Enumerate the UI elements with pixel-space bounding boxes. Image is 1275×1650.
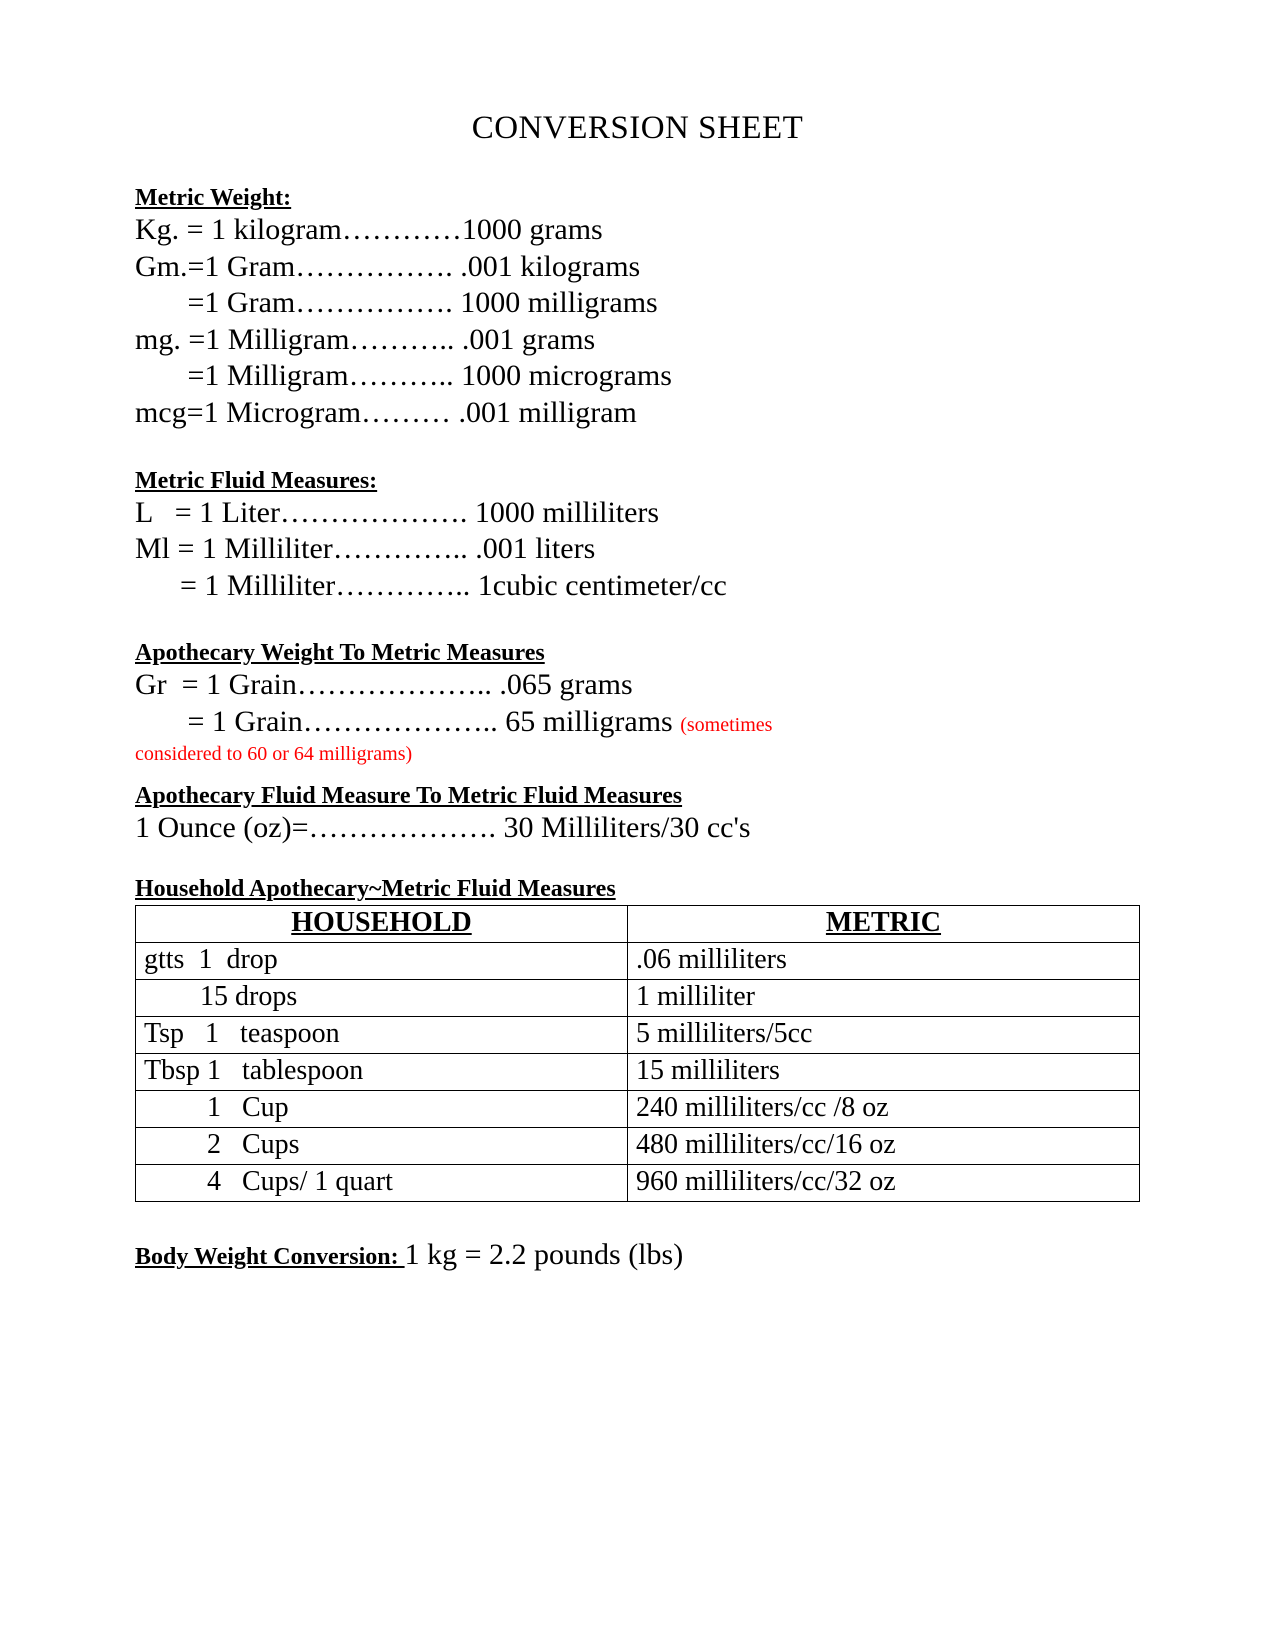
table-cell-household: 2 Cups — [136, 1128, 628, 1165]
table-row: Tbsp 1 tablespoon 15 milliliters — [136, 1054, 1140, 1091]
table-row: Tsp 1 teaspoon 5 milliliters/5cc — [136, 1017, 1140, 1054]
table-cell-metric: 1 milliliter — [627, 980, 1139, 1017]
metric-weight-line: Kg. = 1 kilogram…………1000 grams — [135, 212, 1140, 249]
page: CONVERSION SHEET Metric Weight: Kg. = 1 … — [0, 0, 1275, 1650]
table-cell-metric: 5 milliliters/5cc — [627, 1017, 1139, 1054]
apothecary-weight-note: considered to 60 or 64 milligrams) — [135, 741, 1140, 767]
table-header-metric: METRIC — [627, 906, 1139, 943]
table-cell-metric: 240 milliliters/cc /8 oz — [627, 1091, 1139, 1128]
heading-metric-fluid: Metric Fluid Measures: — [135, 468, 1140, 495]
table-header-row: HOUSEHOLD METRIC — [136, 906, 1140, 943]
metric-weight-line: Gm.=1 Gram……………. .001 kilograms — [135, 249, 1140, 286]
body-weight-value: 1 kg = 2.2 pounds (lbs) — [405, 1238, 684, 1271]
table-cell-metric: 15 milliliters — [627, 1054, 1139, 1091]
table-cell-metric: 960 milliliters/cc/32 oz — [627, 1165, 1139, 1202]
page-title: CONVERSION SHEET — [135, 110, 1140, 147]
table-cell-metric: .06 milliliters — [627, 943, 1139, 980]
metric-fluid-line: = 1 Milliliter………….. 1cubic centimeter/c… — [135, 568, 1140, 605]
table-row: 1 Cup 240 milliliters/cc /8 oz — [136, 1091, 1140, 1128]
apothecary-weight-note: (sometimes — [680, 714, 772, 736]
metric-weight-line: mcg=1 Microgram……… .001 milligram — [135, 395, 1140, 432]
heading-apothecary-weight: Apothecary Weight To Metric Measures — [135, 640, 1140, 667]
table-cell-household: gtts 1 drop — [136, 943, 628, 980]
apothecary-weight-line: Gr = 1 Grain……………….. .065 grams — [135, 667, 1140, 704]
table-row: 4 Cups/ 1 quart 960 milliliters/cc/32 oz — [136, 1165, 1140, 1202]
table-cell-household: 4 Cups/ 1 quart — [136, 1165, 628, 1202]
table-row: gtts 1 drop .06 milliliters — [136, 943, 1140, 980]
metric-weight-line: mg. =1 Milligram……….. .001 grams — [135, 322, 1140, 359]
table-cell-household: 1 Cup — [136, 1091, 628, 1128]
heading-apothecary-fluid: Apothecary Fluid Measure To Metric Fluid… — [135, 783, 1140, 810]
heading-household: Household Apothecary~Metric Fluid Measur… — [135, 876, 1140, 903]
household-metric-table: HOUSEHOLD METRIC gtts 1 drop .06 millili… — [135, 905, 1140, 1202]
table-row: 15 drops 1 milliliter — [136, 980, 1140, 1017]
metric-weight-line: =1 Milligram……….. 1000 micrograms — [135, 358, 1140, 395]
table-cell-household: 15 drops — [136, 980, 628, 1017]
metric-weight-line: =1 Gram……………. 1000 milligrams — [135, 285, 1140, 322]
body-weight-label: Body Weight Conversion: — [135, 1244, 405, 1270]
table-cell-household: Tsp 1 teaspoon — [136, 1017, 628, 1054]
apothecary-fluid-line: 1 Ounce (oz)=………………. 30 Milliliters/30 c… — [135, 810, 1140, 847]
table-header-household: HOUSEHOLD — [136, 906, 628, 943]
apothecary-weight-line-main: = 1 Grain……………….. 65 milligrams — [135, 705, 680, 738]
table-row: 2 Cups 480 milliliters/cc/16 oz — [136, 1128, 1140, 1165]
metric-fluid-line: L = 1 Liter………………. 1000 milliliters — [135, 495, 1140, 532]
metric-fluid-line: Ml = 1 Milliliter………….. .001 liters — [135, 531, 1140, 568]
apothecary-weight-line: = 1 Grain……………….. 65 milligrams (sometim… — [135, 704, 1140, 741]
body-weight-conversion: Body Weight Conversion: 1 kg = 2.2 pound… — [135, 1238, 1140, 1272]
heading-metric-weight: Metric Weight: — [135, 185, 1140, 212]
table-cell-metric: 480 milliliters/cc/16 oz — [627, 1128, 1139, 1165]
table-cell-household: Tbsp 1 tablespoon — [136, 1054, 628, 1091]
